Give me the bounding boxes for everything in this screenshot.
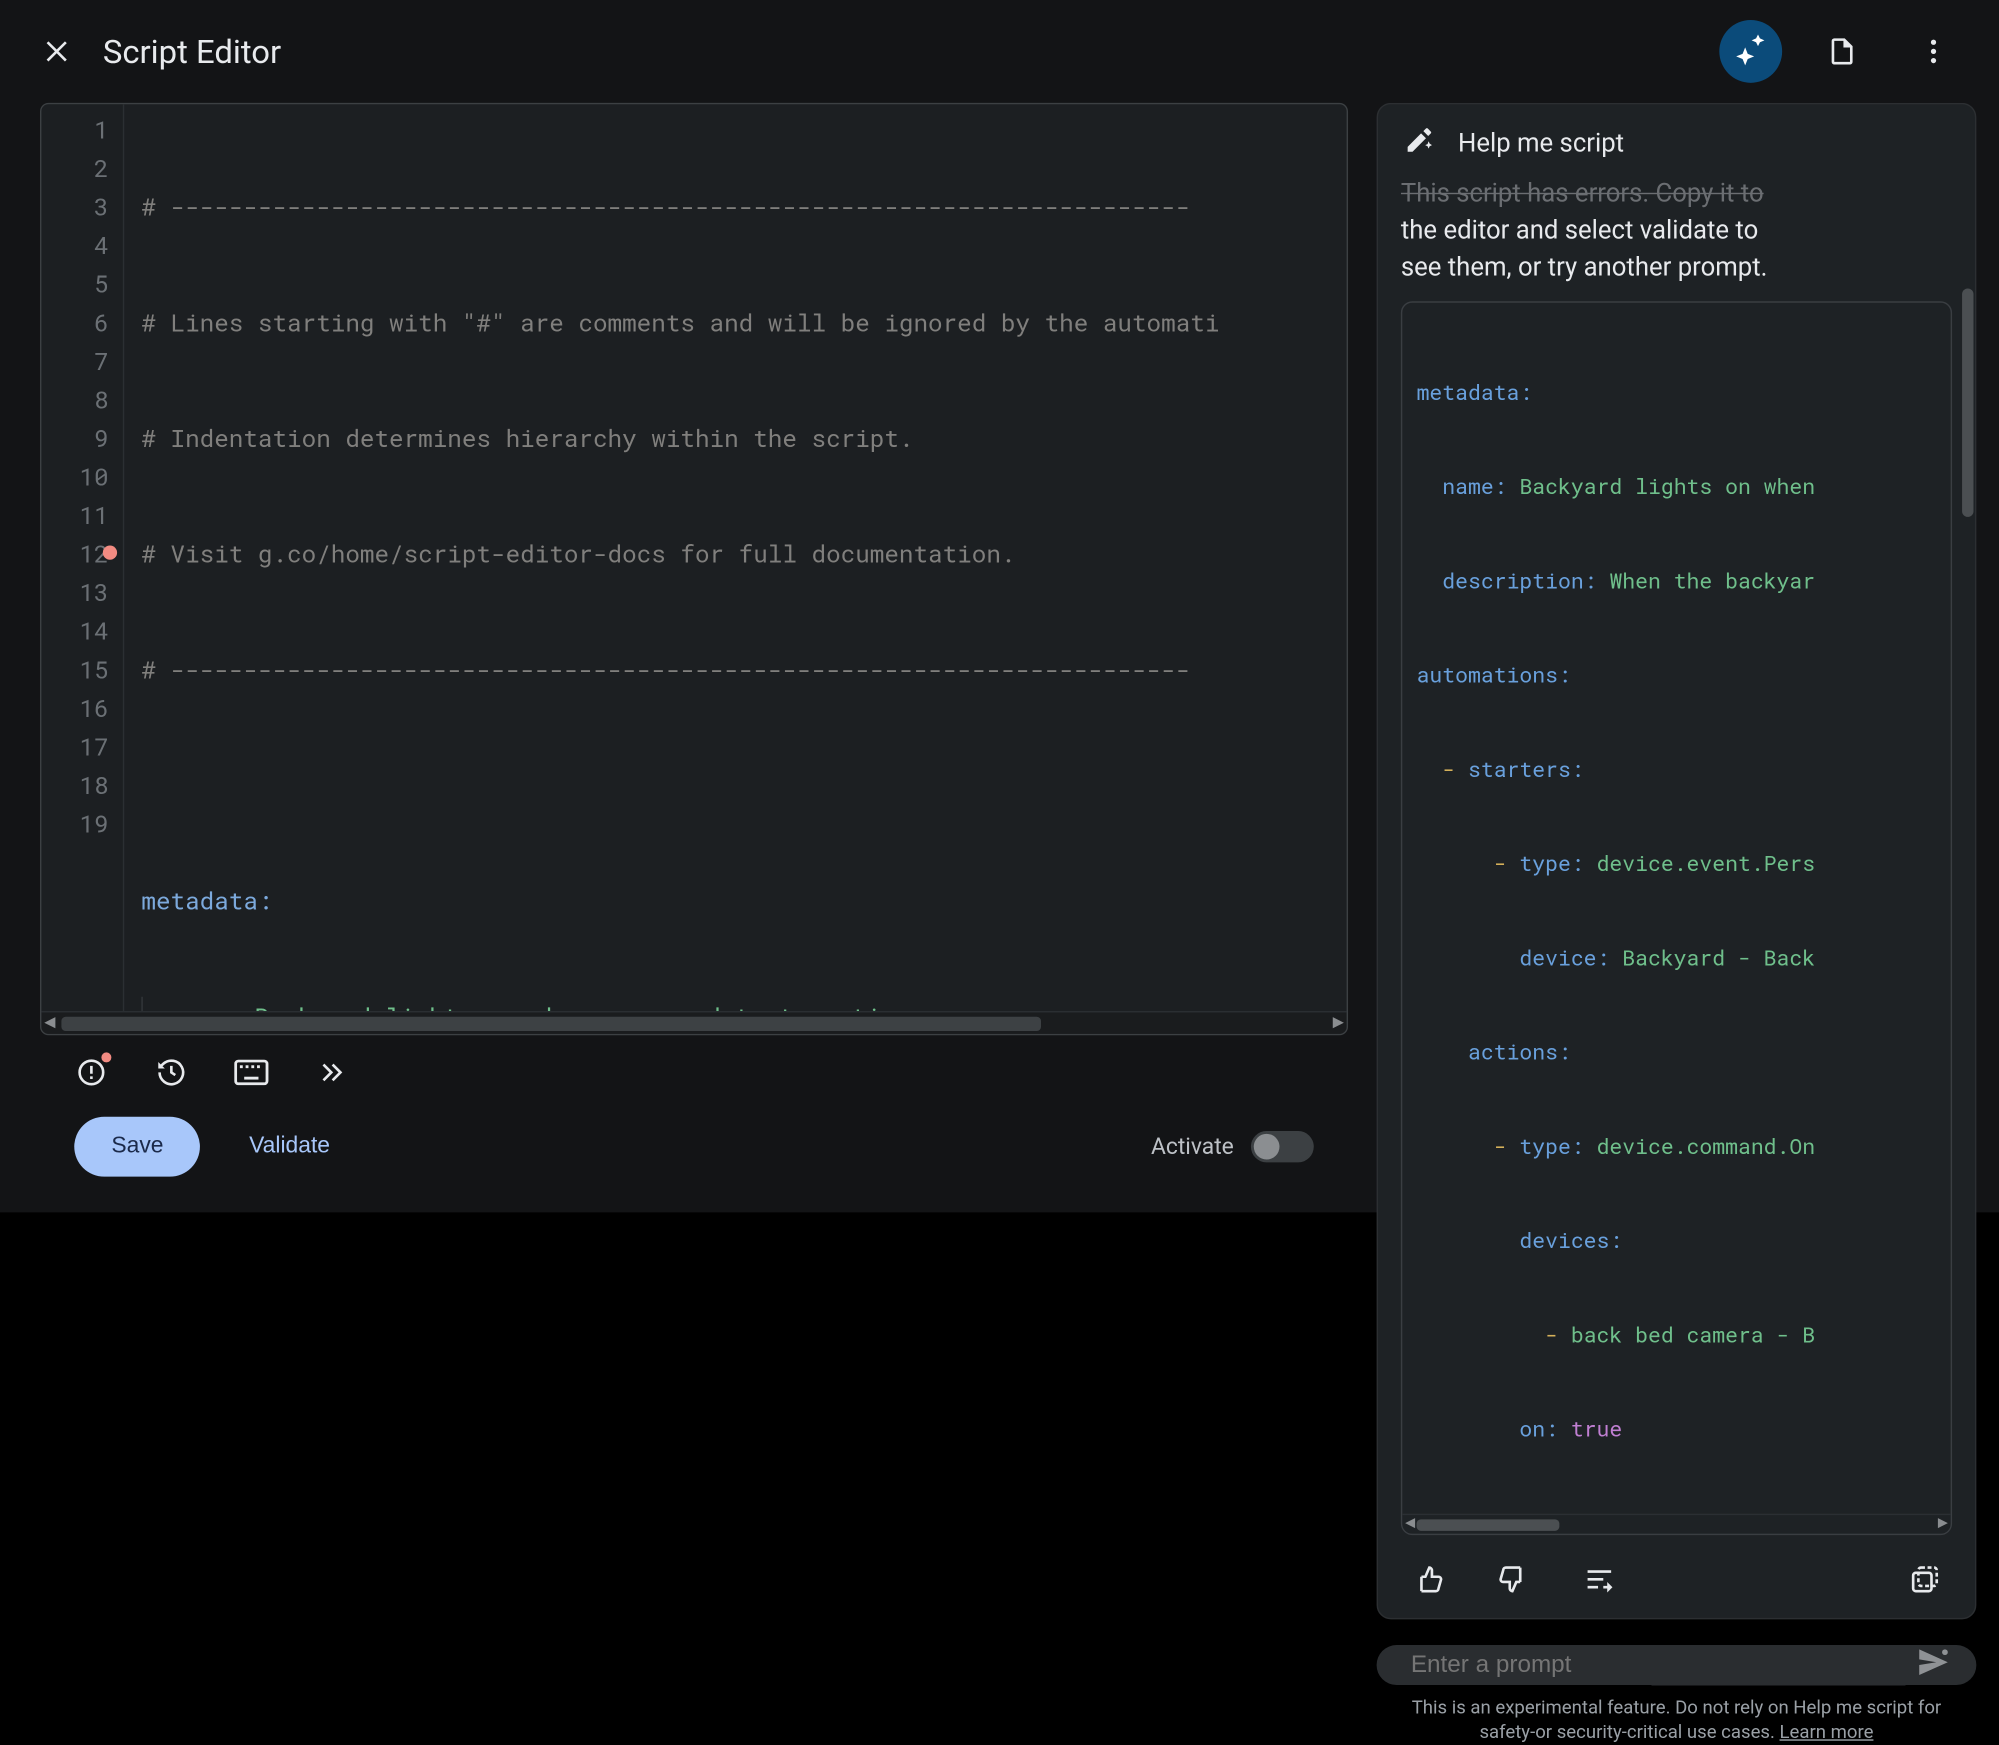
app-header: Script Editor	[0, 0, 1999, 103]
editor-toolbar	[40, 1035, 1348, 1098]
code-token: Backyard lights on when camera detects m…	[240, 1000, 910, 1011]
help-panel: Help me script This script has errors. C…	[1377, 103, 1977, 1620]
problems-icon[interactable]	[74, 1055, 108, 1089]
copy-to-editor-icon[interactable]	[1906, 1561, 1943, 1598]
help-panel-vertical-scrollbar[interactable]	[1962, 117, 1973, 1605]
code-content[interactable]: # --------------------------------------…	[124, 104, 1346, 1011]
document-icon[interactable]	[1811, 20, 1874, 83]
close-icon[interactable]	[43, 36, 74, 67]
chevron-right-double-icon[interactable]	[314, 1055, 348, 1089]
page-title: Script Editor	[103, 32, 281, 71]
pencil-sparkle-icon	[1404, 124, 1435, 161]
prompt-input[interactable]	[1408, 1649, 1899, 1680]
disclaimer-text: This is an experimental feature. Do not …	[1377, 1696, 1977, 1745]
code-line: # --------------------------------------…	[141, 190, 1190, 223]
thumbs-down-icon[interactable]	[1495, 1561, 1532, 1598]
save-button[interactable]: Save	[74, 1116, 200, 1176]
prompt-input-bar[interactable]	[1377, 1645, 1977, 1685]
code-editor[interactable]: 1234567891011 1213141516171819 # -------…	[40, 103, 1348, 1035]
editor-horizontal-scrollbar[interactable]: ◀ ▶	[41, 1011, 1346, 1034]
code-line: # Visit g.co/home/script-editor-docs for…	[141, 537, 1015, 570]
send-icon[interactable]	[1916, 1645, 1950, 1685]
help-code-block: metadata: name: Backyard lights on when …	[1401, 301, 1952, 1535]
line-gutter: 1234567891011 1213141516171819	[41, 104, 124, 1011]
sparkle-icon[interactable]	[1719, 20, 1782, 83]
more-vert-icon[interactable]	[1902, 20, 1965, 83]
history-icon[interactable]	[154, 1055, 188, 1089]
code-line: # Lines starting with "#" are comments a…	[141, 306, 1219, 339]
help-title: Help me script	[1458, 128, 1624, 158]
code-token: name:	[167, 1000, 240, 1011]
help-message: This script has errors. Copy it to the e…	[1378, 170, 1975, 301]
keyboard-icon[interactable]	[234, 1055, 268, 1089]
editor-footer: Save Validate Activate	[40, 1098, 1348, 1192]
learn-more-link[interactable]: Learn more	[1780, 1722, 1874, 1743]
code-line: metadata:	[141, 884, 272, 917]
validate-button[interactable]: Validate	[241, 1132, 339, 1161]
code-line: # Indentation determines hierarchy withi…	[141, 421, 913, 454]
help-code-horizontal-scrollbar[interactable]: ◀▶	[1402, 1514, 1950, 1534]
activate-toggle[interactable]	[1251, 1130, 1314, 1161]
activate-label: Activate	[1151, 1132, 1234, 1159]
edit-lines-icon[interactable]	[1581, 1561, 1618, 1598]
code-line: # --------------------------------------…	[141, 653, 1190, 686]
thumbs-up-icon[interactable]	[1409, 1561, 1446, 1598]
